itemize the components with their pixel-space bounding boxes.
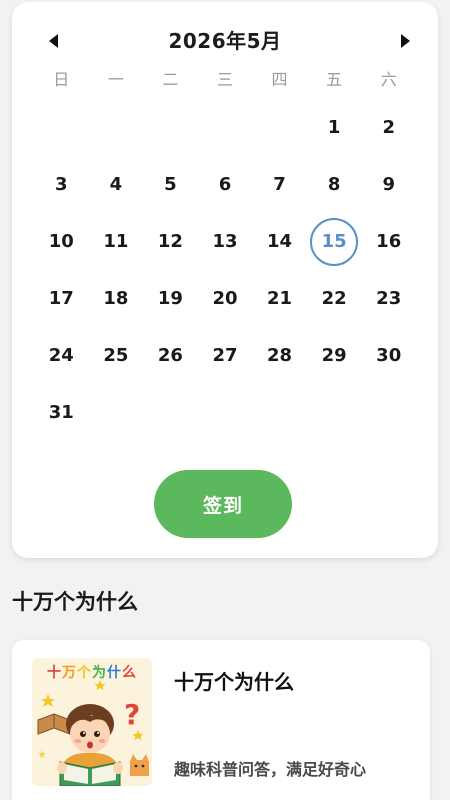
svg-text:?: ? bbox=[124, 698, 140, 731]
day-number: 7 bbox=[273, 174, 286, 195]
triangle-right-icon bbox=[400, 34, 410, 48]
day-cell[interactable]: 20 bbox=[198, 270, 253, 327]
weekday-label: 一 bbox=[107, 70, 124, 89]
day-cell[interactable]: 10 bbox=[34, 213, 89, 270]
day-number: 21 bbox=[267, 288, 293, 309]
day-cell[interactable]: 22 bbox=[307, 270, 362, 327]
child-reading-illustration: ? bbox=[37, 680, 149, 786]
day-cell[interactable]: 19 bbox=[143, 270, 198, 327]
calendar-header: 2026年5月 bbox=[12, 22, 438, 56]
day-cell-today[interactable]: 15 bbox=[307, 213, 362, 270]
day-number: 26 bbox=[157, 345, 183, 366]
day-cell[interactable]: 30 bbox=[361, 327, 416, 384]
weekday-row: 日 一 二 三 四 五 六 bbox=[34, 64, 416, 96]
day-cell[interactable]: 3 bbox=[34, 156, 89, 213]
day-cell[interactable]: 14 bbox=[252, 213, 307, 270]
day-number: 1 bbox=[327, 117, 341, 138]
day-number: 23 bbox=[376, 288, 402, 309]
day-cell[interactable]: 8 bbox=[307, 156, 362, 213]
section-title: 十万个为什么 bbox=[12, 590, 138, 614]
page: 2026年5月 日 一 二 三 四 五 六 1 2 3 4 5 6 7 8 9 10 11 12 13 1… bbox=[0, 0, 450, 800]
weekday-label: 二 bbox=[162, 70, 179, 89]
day-cell[interactable]: 21 bbox=[252, 270, 307, 327]
day-cell[interactable]: 4 bbox=[89, 156, 144, 213]
day-number: 14 bbox=[267, 231, 293, 252]
day-number: 13 bbox=[212, 231, 238, 252]
day-cell-empty bbox=[34, 99, 89, 156]
day-cell[interactable]: 12 bbox=[143, 213, 198, 270]
day-number: 16 bbox=[376, 231, 402, 252]
day-number: 22 bbox=[321, 288, 347, 309]
day-number: 18 bbox=[103, 288, 129, 309]
weekday-label: 六 bbox=[380, 70, 397, 89]
day-cell[interactable]: 16 bbox=[361, 213, 416, 270]
day-number: 11 bbox=[103, 231, 129, 252]
day-number: 29 bbox=[321, 345, 347, 366]
book-card[interactable]: 十万个为什么 ? 十万个为什么 趣味科普问答，满足好奇心 bbox=[12, 640, 430, 800]
day-cell[interactable]: 25 bbox=[89, 327, 144, 384]
weekday-label: 日 bbox=[53, 70, 70, 89]
day-cell-empty bbox=[252, 99, 307, 156]
day-cell[interactable]: 7 bbox=[252, 156, 307, 213]
day-cell[interactable]: 17 bbox=[34, 270, 89, 327]
day-cell[interactable]: 24 bbox=[34, 327, 89, 384]
checkin-button[interactable]: 签到 bbox=[154, 470, 292, 538]
weekday-label: 五 bbox=[326, 70, 343, 89]
day-number: 8 bbox=[327, 174, 341, 195]
day-cell[interactable]: 31 bbox=[34, 384, 89, 441]
day-cell[interactable]: 2 bbox=[361, 99, 416, 156]
weekday-label: 四 bbox=[271, 70, 288, 89]
day-cell[interactable]: 23 bbox=[361, 270, 416, 327]
calendar-card: 2026年5月 日 一 二 三 四 五 六 1 2 3 4 5 6 7 8 9 10 11 12 13 1… bbox=[12, 2, 438, 558]
triangle-left-icon bbox=[48, 34, 58, 48]
day-number: 3 bbox=[55, 174, 68, 195]
day-number: 5 bbox=[164, 174, 177, 195]
day-cell[interactable]: 18 bbox=[89, 270, 144, 327]
day-number: 31 bbox=[48, 402, 74, 423]
day-cell[interactable]: 28 bbox=[252, 327, 307, 384]
day-number: 19 bbox=[157, 288, 183, 309]
day-number: 6 bbox=[218, 174, 232, 195]
days-grid: 1 2 3 4 5 6 7 8 9 10 11 12 13 14 15 16 17 18 19 20 21 22 23 24 2… bbox=[34, 99, 416, 441]
book-description: 趣味科普问答，满足好奇心 bbox=[174, 760, 367, 779]
next-month-button[interactable] bbox=[394, 30, 416, 52]
day-number: 4 bbox=[109, 174, 123, 195]
day-cell[interactable]: 29 bbox=[307, 327, 362, 384]
day-cell[interactable]: 27 bbox=[198, 327, 253, 384]
day-cell-empty bbox=[198, 99, 253, 156]
day-number: 12 bbox=[157, 231, 183, 252]
day-cell[interactable]: 26 bbox=[143, 327, 198, 384]
weekday-label: 三 bbox=[216, 70, 233, 89]
day-cell[interactable]: 9 bbox=[361, 156, 416, 213]
day-number: 25 bbox=[103, 345, 129, 366]
day-cell-empty bbox=[89, 99, 144, 156]
prev-month-button[interactable] bbox=[42, 30, 64, 52]
day-number: 28 bbox=[267, 345, 293, 366]
day-cell[interactable]: 1 bbox=[307, 99, 362, 156]
day-cell-empty bbox=[143, 99, 198, 156]
month-title: 2026年5月 bbox=[168, 28, 282, 53]
day-cell[interactable]: 13 bbox=[198, 213, 253, 270]
day-cell[interactable]: 6 bbox=[198, 156, 253, 213]
day-number: 17 bbox=[48, 288, 74, 309]
day-number: 9 bbox=[382, 174, 395, 195]
day-cell[interactable]: 11 bbox=[89, 213, 144, 270]
day-cell[interactable]: 5 bbox=[143, 156, 198, 213]
day-number: 27 bbox=[212, 345, 238, 366]
day-number: 20 bbox=[212, 288, 238, 309]
day-number: 10 bbox=[48, 231, 74, 252]
day-number: 2 bbox=[382, 117, 395, 138]
day-number: 30 bbox=[376, 345, 402, 366]
day-number: 24 bbox=[48, 345, 74, 366]
book-title: 十万个为什么 bbox=[174, 670, 294, 694]
day-number: 15 bbox=[310, 217, 359, 266]
book-cover-image: 十万个为什么 ? bbox=[32, 658, 152, 786]
